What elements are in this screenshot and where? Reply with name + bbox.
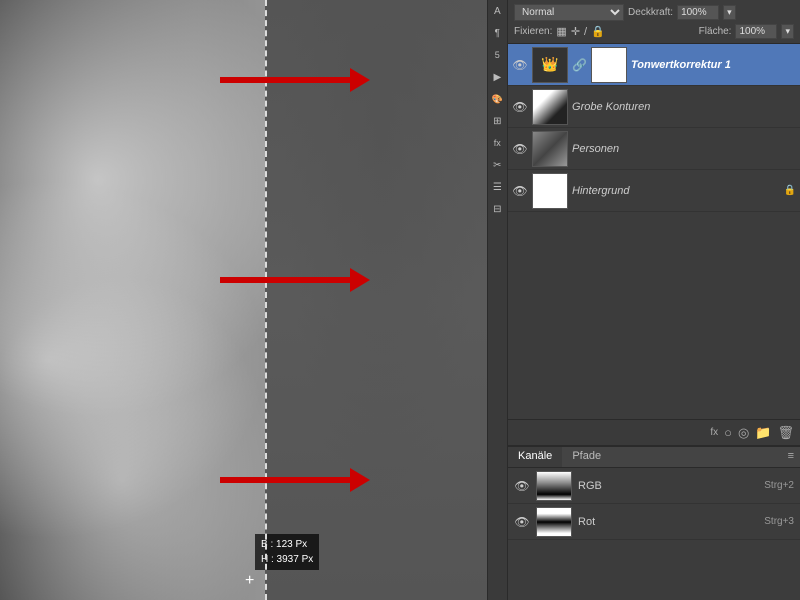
opacity-dropdown-btn[interactable]: ▾ [723, 5, 736, 20]
right-panel: Normal Deckkraft: ▾ Fixieren: ▦ ✛ / 🔒 Fl… [508, 0, 800, 600]
tool-layers[interactable]: ☰ [488, 178, 506, 196]
tool-a[interactable]: A [488, 2, 506, 20]
target-icon-btn[interactable]: ◎ [738, 425, 749, 441]
toolbar-strip: A ¶ 5 ▶ 🎨 ⊞ fx ✂ ☰ ⊟ [487, 0, 508, 600]
tool-minus[interactable]: ⊟ [488, 200, 506, 218]
arrow-head-1 [350, 68, 370, 92]
tool-color[interactable]: 🎨 [488, 90, 506, 108]
layer-name-2: Grobe Konturen [572, 101, 796, 113]
info-h-label: H : 3937 Px [261, 552, 313, 567]
channels-tabs: Kanäle Pfade ≡ [508, 447, 800, 468]
layer-chain-icon-1[interactable]: 🔗 [572, 58, 587, 72]
channel-shortcut-rot: Strg+3 [764, 516, 794, 527]
arrow-shaft-2 [220, 277, 350, 283]
fx-icon-btn[interactable]: fx [710, 427, 718, 438]
layer-name-3: Personen [572, 143, 796, 155]
blend-opacity-row: Normal Deckkraft: ▾ [514, 4, 794, 21]
channel-eye-rot[interactable]: 👁 [514, 515, 530, 529]
flache-input[interactable] [735, 24, 777, 39]
red-arrow-2 [220, 268, 370, 292]
channel-item-rot[interactable]: 👁 Rot Strg+3 [508, 504, 800, 540]
layer-name-1: Tonwertkorrektur 1 [631, 59, 796, 71]
tool-play[interactable]: ▶ [488, 68, 506, 86]
layer-item-hintergrund[interactable]: 👁 Hintergrund 🔒 [508, 170, 800, 212]
red-arrow-3 [220, 468, 370, 492]
layers-bottom-toolbar: fx ○ ◎ 📁 🗑 [508, 419, 800, 445]
channel-name-rot: Rot [578, 516, 758, 528]
circle-icon-btn[interactable]: ○ [724, 425, 732, 440]
tab-kanale[interactable]: Kanäle [508, 447, 562, 467]
channel-thumb-rgb [536, 471, 572, 501]
opacity-input[interactable] [677, 5, 719, 20]
layer-lock-icon-4: 🔒 [784, 185, 796, 196]
panel-top-controls: Normal Deckkraft: ▾ Fixieren: ▦ ✛ / 🔒 Fl… [508, 0, 800, 44]
layer-thumb-grobe [532, 89, 568, 125]
fix-checkerboard-icon[interactable]: ▦ [556, 25, 566, 38]
tool-5[interactable]: 5 [488, 46, 506, 64]
tool-scissor[interactable]: ✂ [488, 156, 506, 174]
red-arrow-1 [220, 68, 370, 92]
fix-move-icon[interactable]: ✛ [571, 25, 580, 38]
flache-dropdown-btn[interactable]: ▾ [781, 24, 794, 39]
channel-eye-rgb[interactable]: 👁 [514, 479, 530, 493]
crosshair-icon: + [245, 572, 254, 590]
tool-paragraph[interactable]: ¶ [488, 24, 506, 42]
blend-mode-dropdown[interactable]: Normal [514, 4, 624, 21]
channel-shortcut-rgb: Strg+2 [764, 480, 794, 491]
arrow-head-2 [350, 268, 370, 292]
layer-item-grobe-konturen[interactable]: 👁 Grobe Konturen [508, 86, 800, 128]
layer-thumb-hintergrund [532, 173, 568, 209]
flache-label: Fläche: [699, 26, 732, 37]
layers-list: 👁 👑 🔗 Tonwertkorrektur 1 👁 Grobe Konture… [508, 44, 800, 419]
fix-row: Fixieren: ▦ ✛ / 🔒 Fläche: ▾ [514, 24, 794, 39]
layer-thumb-personen [532, 131, 568, 167]
tool-fx[interactable]: fx [488, 134, 506, 152]
fix-lock-icon[interactable]: 🔒 [591, 25, 605, 38]
folder-icon-btn[interactable]: 📁 [755, 425, 771, 441]
info-b-label: B : 123 Px [261, 537, 313, 552]
fix-label: Fixieren: [514, 26, 552, 37]
channels-panel: Kanäle Pfade ≡ 👁 RGB Strg+2 👁 Rot Strg+3 [508, 445, 800, 600]
channels-menu-icon[interactable]: ≡ [782, 447, 800, 467]
tab-pfade[interactable]: Pfade [562, 447, 611, 467]
opacity-label: Deckkraft: [628, 7, 673, 18]
arrow-shaft-3 [220, 477, 350, 483]
layer-visibility-eye-1[interactable]: 👁 [512, 58, 528, 72]
fix-brush-icon[interactable]: / [584, 26, 587, 38]
arrow-shaft-1 [220, 77, 350, 83]
arrow-head-3 [350, 468, 370, 492]
layer-name-4: Hintergrund [572, 185, 780, 197]
channel-thumb-rot [536, 507, 572, 537]
layer-visibility-eye-3[interactable]: 👁 [512, 142, 528, 156]
layer-item-tonwertkorrektur[interactable]: 👁 👑 🔗 Tonwertkorrektur 1 [508, 44, 800, 86]
layer-mask-thumb-1 [591, 47, 627, 83]
layer-visibility-eye-2[interactable]: 👁 [512, 100, 528, 114]
canvas-area: B : 123 Px H : 3937 Px + [0, 0, 487, 600]
trash-icon-btn[interactable]: 🗑 [777, 425, 794, 441]
channel-item-rgb[interactable]: 👁 RGB Strg+2 [508, 468, 800, 504]
channel-name-rgb: RGB [578, 480, 758, 492]
layer-thumb-tonwert: 👑 [532, 47, 568, 83]
layer-visibility-eye-4[interactable]: 👁 [512, 184, 528, 198]
tool-grid[interactable]: ⊞ [488, 112, 506, 130]
layer-item-personen[interactable]: 👁 Personen [508, 128, 800, 170]
